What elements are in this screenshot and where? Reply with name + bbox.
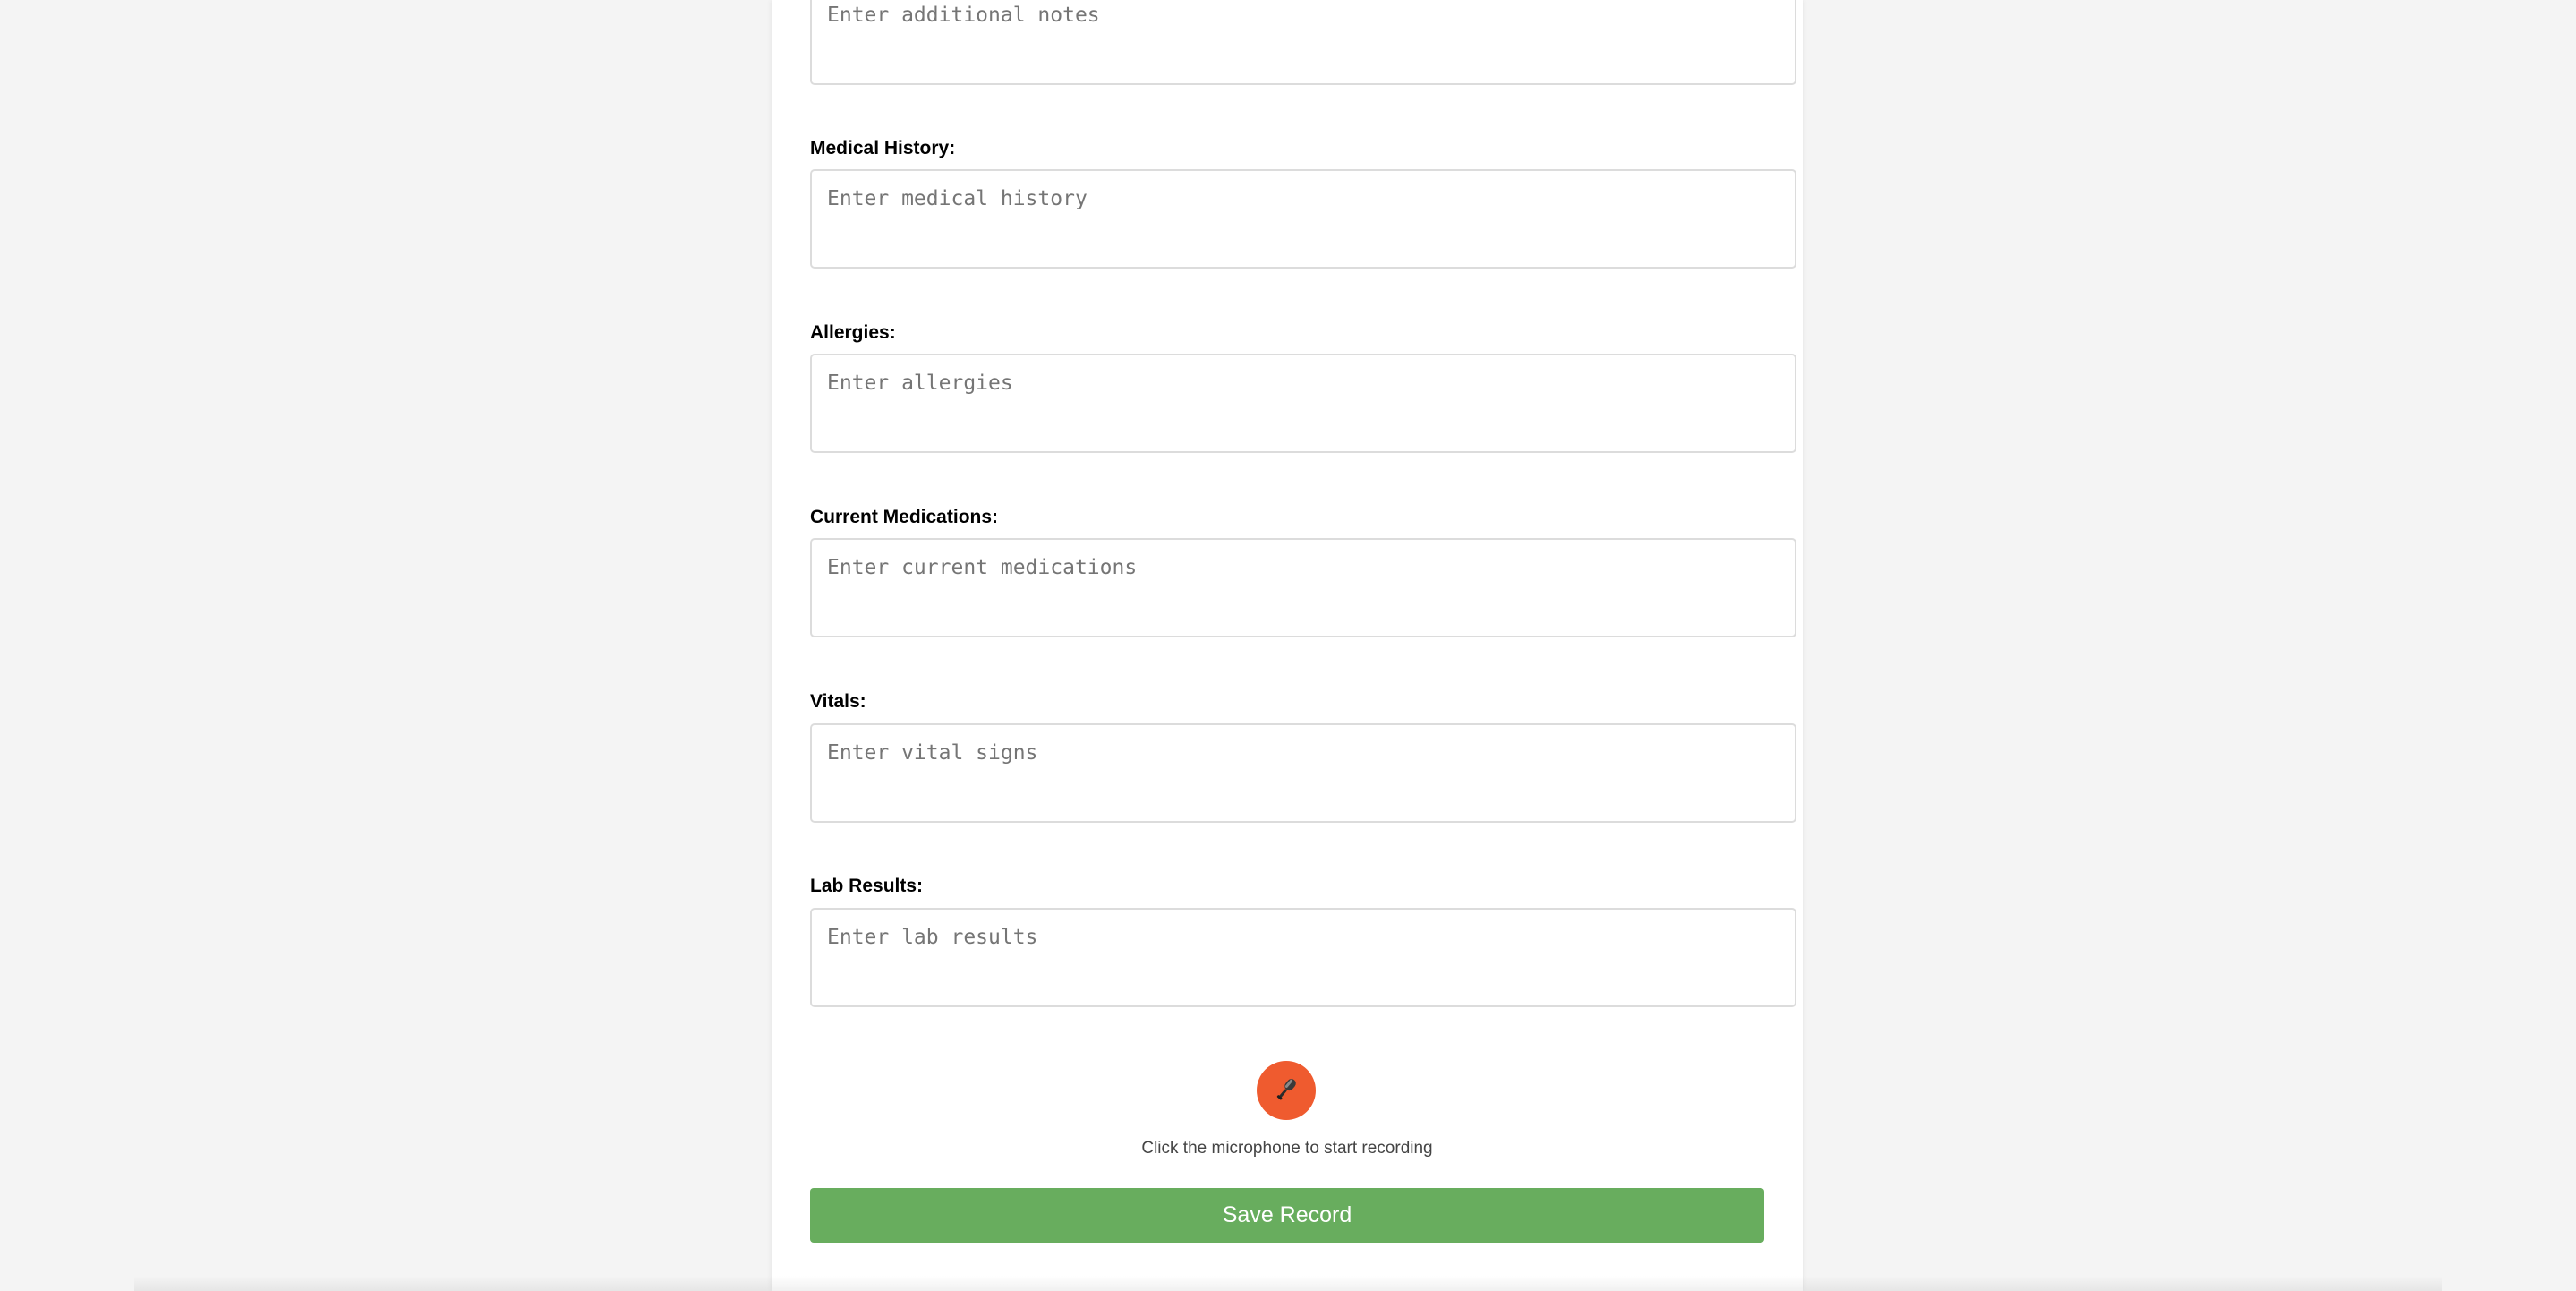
allergies-label: Allergies:	[810, 322, 896, 343]
additional-notes-field[interactable]	[810, 0, 1796, 85]
medical-history-label: Medical History:	[810, 138, 956, 158]
allergies-field[interactable]	[810, 354, 1796, 453]
current-medications-field[interactable]	[810, 538, 1796, 637]
lab-results-field[interactable]	[810, 908, 1796, 1007]
lab-results-label: Lab Results:	[810, 876, 924, 896]
medical-history-field[interactable]	[810, 169, 1796, 269]
recording-hint: Click the microphone to start recording	[1141, 1139, 1433, 1158]
save-record-button[interactable]: Save Record	[810, 1188, 1764, 1243]
vitals-field[interactable]	[810, 723, 1796, 823]
microphone-icon	[1271, 1074, 1301, 1107]
microphone-button[interactable]	[1257, 1061, 1316, 1120]
current-medications-label: Current Medications:	[810, 507, 999, 527]
vitals-label: Vitals:	[810, 691, 866, 712]
